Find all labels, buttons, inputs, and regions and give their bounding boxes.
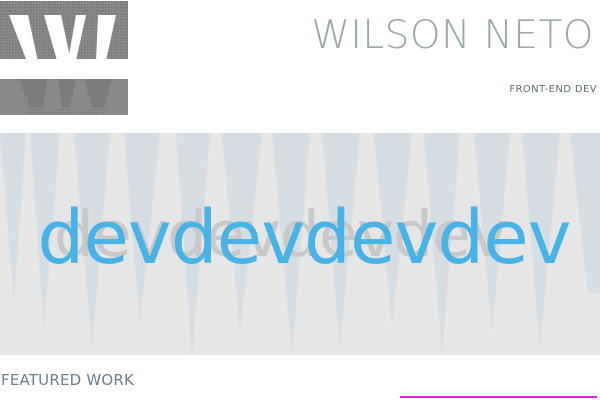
w-monogram-logo[interactable] — [0, 1, 128, 115]
site-subtitle: FRONT-END DEV — [509, 84, 597, 95]
hero-text: devdevdevdev — [37, 195, 571, 281]
hero-banner: devdevdevdev devdevdevdev — [0, 133, 600, 355]
w-monogram-logo-graphic — [0, 1, 128, 115]
accent-divider — [400, 396, 597, 398]
site-title: WILSON NETO — [311, 13, 594, 58]
featured-work-heading: FEATURED WORK — [1, 371, 135, 389]
